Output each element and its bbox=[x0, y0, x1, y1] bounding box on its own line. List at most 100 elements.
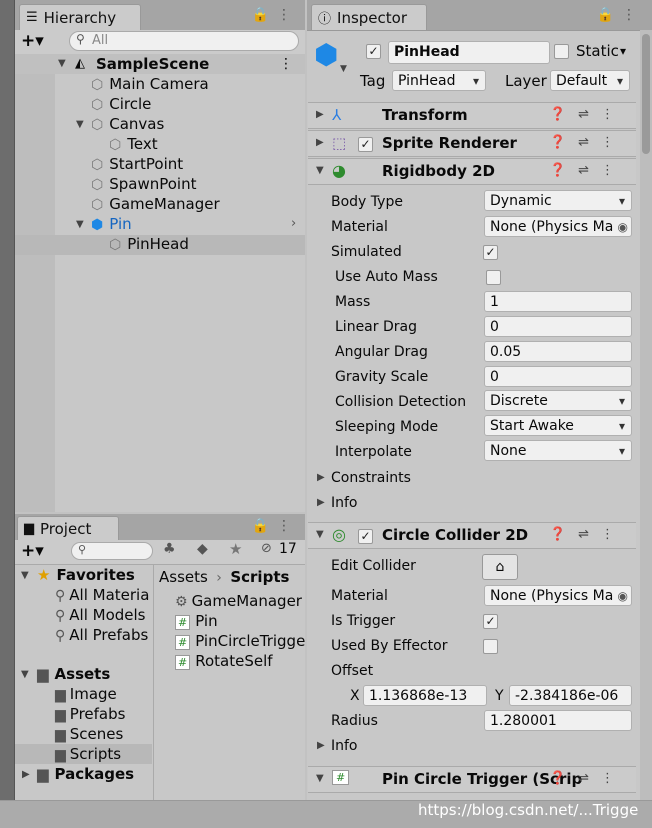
expand-arrow-icon[interactable]: ▼ bbox=[21, 570, 29, 581]
sprite-renderer-component-header[interactable]: ▶ ⬚ ✓ Sprite Renderer ❓⇌⋮ bbox=[308, 130, 636, 157]
add-button[interactable]: +▾ bbox=[21, 31, 44, 51]
scene-menu-icon[interactable]: ⋮ bbox=[279, 54, 293, 74]
folder-item-scenes[interactable]: ▆ Scenes bbox=[55, 724, 123, 744]
more-icon[interactable]: ⋮ bbox=[622, 7, 644, 23]
static-dropdown-arrow[interactable]: ▾ bbox=[620, 44, 626, 58]
sleeping-mode-dropdown[interactable]: Start Awake bbox=[484, 415, 632, 436]
hierarchy-item-spawnpoint[interactable]: ⬡ SpawnPoint bbox=[91, 174, 197, 194]
expand-arrow-icon[interactable]: ▼ bbox=[58, 54, 66, 74]
favorite-star-icon[interactable]: ★ bbox=[229, 540, 242, 558]
transform-component-header[interactable]: ▶ ⅄ Transform ❓⇌⋮ bbox=[308, 102, 636, 129]
collapse-arrow-icon[interactable]: ▶ bbox=[22, 769, 30, 780]
object-name-field[interactable]: PinHead bbox=[388, 41, 550, 64]
linear-drag-field[interactable]: 0 bbox=[484, 316, 632, 337]
favorites-header[interactable]: ★ Favorites bbox=[37, 565, 135, 585]
folder-item-image[interactable]: ▆ Image bbox=[55, 684, 117, 704]
help-icon[interactable]: ❓ bbox=[550, 135, 578, 150]
angular-drag-field[interactable]: 0.05 bbox=[484, 341, 632, 362]
info-arrow-icon[interactable]: ▶ bbox=[317, 497, 325, 508]
lock-icon[interactable]: 🔒 bbox=[597, 7, 622, 23]
sprite-renderer-enabled-checkbox[interactable]: ✓ bbox=[358, 137, 373, 152]
more-icon[interactable]: ⋮ bbox=[601, 163, 626, 178]
hierarchy-item-circle[interactable]: ⬡ Circle bbox=[91, 94, 151, 114]
more-icon[interactable]: ⋮ bbox=[601, 107, 626, 122]
tab-inspector[interactable]: ⓘ Inspector bbox=[311, 4, 427, 30]
is-trigger-checkbox[interactable]: ✓ bbox=[483, 614, 498, 629]
expand-arrow-icon[interactable]: ▼ bbox=[316, 529, 324, 540]
tab-project[interactable]: ▆ Project bbox=[17, 516, 119, 540]
hierarchy-item-gamemanager[interactable]: ⬡ GameManager bbox=[91, 194, 220, 214]
icon-dropdown-arrow[interactable]: ▼ bbox=[340, 64, 347, 74]
breadcrumb-assets[interactable]: Assets bbox=[159, 568, 208, 586]
circle-collider-component-header[interactable]: ▼ ◎ ✓ Circle Collider 2D ❓⇌⋮ bbox=[308, 522, 636, 549]
presets-icon[interactable]: ⇌ bbox=[578, 163, 601, 178]
gravity-scale-field[interactable]: 0 bbox=[484, 366, 632, 387]
rigidbody-material-field[interactable]: None (Physics Ma ◉ bbox=[484, 216, 632, 237]
collider-info-foldout[interactable]: Info bbox=[331, 736, 358, 756]
help-icon[interactable]: ❓ bbox=[550, 527, 578, 542]
hierarchy-item-pinhead[interactable]: ⬡ PinHead bbox=[109, 234, 189, 254]
expand-arrow-icon[interactable]: ▼ bbox=[76, 219, 84, 230]
active-checkbox[interactable]: ✓ bbox=[366, 44, 381, 59]
info-foldout[interactable]: Info bbox=[331, 493, 358, 513]
filter-by-type-icon[interactable]: ♣ bbox=[163, 541, 176, 557]
more-icon[interactable]: ⋮ bbox=[277, 518, 299, 534]
expand-arrow-icon[interactable]: ▼ bbox=[76, 119, 84, 130]
search-input[interactable]: ⚲ All bbox=[69, 31, 299, 51]
lock-icon[interactable]: 🔒 bbox=[252, 7, 277, 23]
more-icon[interactable]: ⋮ bbox=[277, 7, 299, 23]
static-checkbox[interactable] bbox=[554, 44, 569, 59]
used-by-effector-checkbox[interactable] bbox=[483, 639, 498, 654]
more-icon[interactable]: ⋮ bbox=[601, 527, 626, 542]
use-auto-mass-checkbox[interactable] bbox=[486, 270, 501, 285]
body-type-dropdown[interactable]: Dynamic bbox=[484, 190, 632, 211]
favorite-item[interactable]: ⚲ All Materia bbox=[55, 585, 149, 605]
presets-icon[interactable]: ⇌ bbox=[578, 771, 601, 786]
help-icon[interactable]: ❓ bbox=[550, 771, 578, 786]
more-icon[interactable]: ⋮ bbox=[601, 135, 626, 150]
interpolate-dropdown[interactable]: None bbox=[484, 440, 632, 461]
add-button[interactable]: +▾ bbox=[21, 541, 44, 561]
favorite-item[interactable]: ⚲ All Models bbox=[55, 605, 145, 625]
hierarchy-item-pin[interactable]: ⬢ Pin bbox=[91, 214, 132, 234]
breadcrumb-scripts[interactable]: Scripts bbox=[230, 568, 289, 586]
collision-detection-dropdown[interactable]: Discrete bbox=[484, 390, 632, 411]
assets-folder[interactable]: ▆ Assets bbox=[37, 664, 110, 684]
scene-row[interactable]: ▼ ◭ SampleScene ⋮ bbox=[15, 54, 305, 74]
file-item[interactable]: # PinCircleTrigge bbox=[175, 631, 305, 651]
presets-icon[interactable]: ⇌ bbox=[578, 527, 601, 542]
folder-item-scripts[interactable]: ▆ Scripts bbox=[55, 744, 121, 764]
radius-field[interactable]: 1.280001 bbox=[484, 710, 632, 731]
simulated-checkbox[interactable]: ✓ bbox=[483, 245, 498, 260]
hierarchy-item-startpoint[interactable]: ⬡ StartPoint bbox=[91, 154, 183, 174]
collapse-arrow-icon[interactable]: ▶ bbox=[316, 109, 324, 120]
folder-item-prefabs[interactable]: ▆ Prefabs bbox=[55, 704, 125, 724]
favorite-item[interactable]: ⚲ All Prefabs bbox=[55, 625, 148, 645]
layer-dropdown[interactable]: Default bbox=[550, 70, 630, 91]
expand-arrow-icon[interactable]: ▼ bbox=[21, 669, 29, 680]
project-search-input[interactable]: ⚲ bbox=[71, 542, 153, 560]
file-item[interactable]: # Pin bbox=[175, 611, 218, 631]
pin-circle-trigger-component-header[interactable]: ▼ # Pin Circle Trigger (Scrip ❓⇌⋮ bbox=[308, 766, 636, 793]
constraints-arrow-icon[interactable]: ▶ bbox=[317, 472, 325, 483]
inspector-scrollbar[interactable] bbox=[640, 30, 652, 800]
rigidbody2d-component-header[interactable]: ▼ ◕ Rigidbody 2D ❓⇌⋮ bbox=[308, 158, 636, 185]
hierarchy-item-text[interactable]: ⬡ Text bbox=[109, 134, 158, 154]
collider-info-arrow-icon[interactable]: ▶ bbox=[317, 740, 325, 751]
lock-icon[interactable]: 🔒 bbox=[252, 518, 277, 534]
tab-hierarchy[interactable]: ☰ Hierarchy bbox=[19, 4, 141, 30]
help-icon[interactable]: ❓ bbox=[550, 163, 578, 178]
mass-field[interactable]: 1 bbox=[484, 291, 632, 312]
circle-collider-enabled-checkbox[interactable]: ✓ bbox=[358, 529, 373, 544]
offset-y-field[interactable]: -2.384186e-06 bbox=[509, 685, 632, 706]
filter-by-label-icon[interactable]: ◆ bbox=[197, 541, 208, 557]
object-picker-icon[interactable]: ◉ bbox=[617, 586, 628, 605]
hierarchy-item-main-camera[interactable]: ⬡ Main Camera bbox=[91, 74, 209, 94]
presets-icon[interactable]: ⇌ bbox=[578, 107, 601, 122]
expand-arrow-icon[interactable]: ▼ bbox=[316, 165, 324, 176]
file-item[interactable]: ⚙ GameManager bbox=[175, 591, 302, 611]
constraints-foldout[interactable]: Constraints bbox=[331, 468, 411, 488]
collider-material-field[interactable]: None (Physics Ma ◉ bbox=[484, 585, 632, 606]
more-icon[interactable]: ⋮ bbox=[601, 771, 626, 786]
collapse-arrow-icon[interactable]: ▶ bbox=[316, 137, 324, 148]
